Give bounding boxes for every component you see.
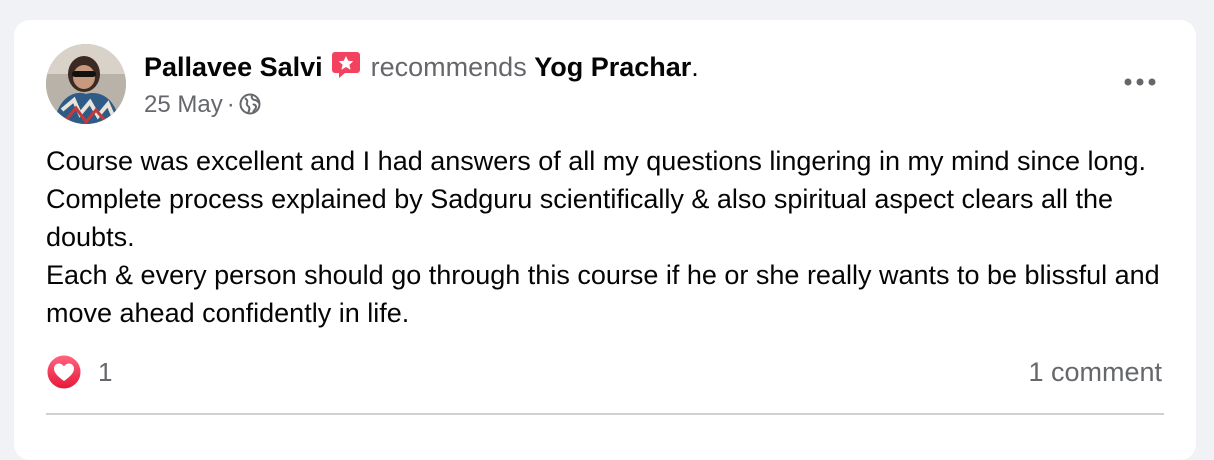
- reactions-summary[interactable]: 1: [46, 350, 112, 394]
- post-meta: 25 May ·: [144, 90, 261, 123]
- more-options-icon[interactable]: [1116, 58, 1164, 106]
- post-title-line: Pallavee Salvi recommends Yog Prachar.: [144, 50, 699, 88]
- post-paragraph: Each & every person should go through th…: [46, 260, 1160, 328]
- recommendation-star-icon: [331, 50, 361, 88]
- reaction-count: 1: [98, 356, 113, 387]
- post-footer: 1 1 comment: [46, 350, 1164, 394]
- globe-icon[interactable]: [239, 93, 261, 123]
- footer-divider: [46, 413, 1164, 415]
- action-verb: recommends: [370, 52, 527, 82]
- title-period: .: [691, 52, 699, 82]
- post-paragraph: Course was excellent and I had answers o…: [46, 146, 1147, 252]
- post-header: Pallavee Salvi recommends Yog Prachar. 25…: [46, 44, 1164, 124]
- love-heart-icon: [46, 354, 82, 390]
- avatar-image: [46, 44, 126, 124]
- recommended-page-name[interactable]: Yog Prachar: [534, 52, 691, 82]
- author-name[interactable]: Pallavee Salvi: [144, 52, 323, 82]
- post-card: Pallavee Salvi recommends Yog Prachar. 25…: [14, 20, 1196, 460]
- post-body: Course was excellent and I had answers o…: [46, 142, 1176, 332]
- meta-separator: ·: [226, 91, 235, 118]
- comment-count-link[interactable]: 1 comment: [1028, 350, 1162, 394]
- post-date[interactable]: 25 May: [144, 91, 223, 118]
- avatar[interactable]: [46, 44, 126, 124]
